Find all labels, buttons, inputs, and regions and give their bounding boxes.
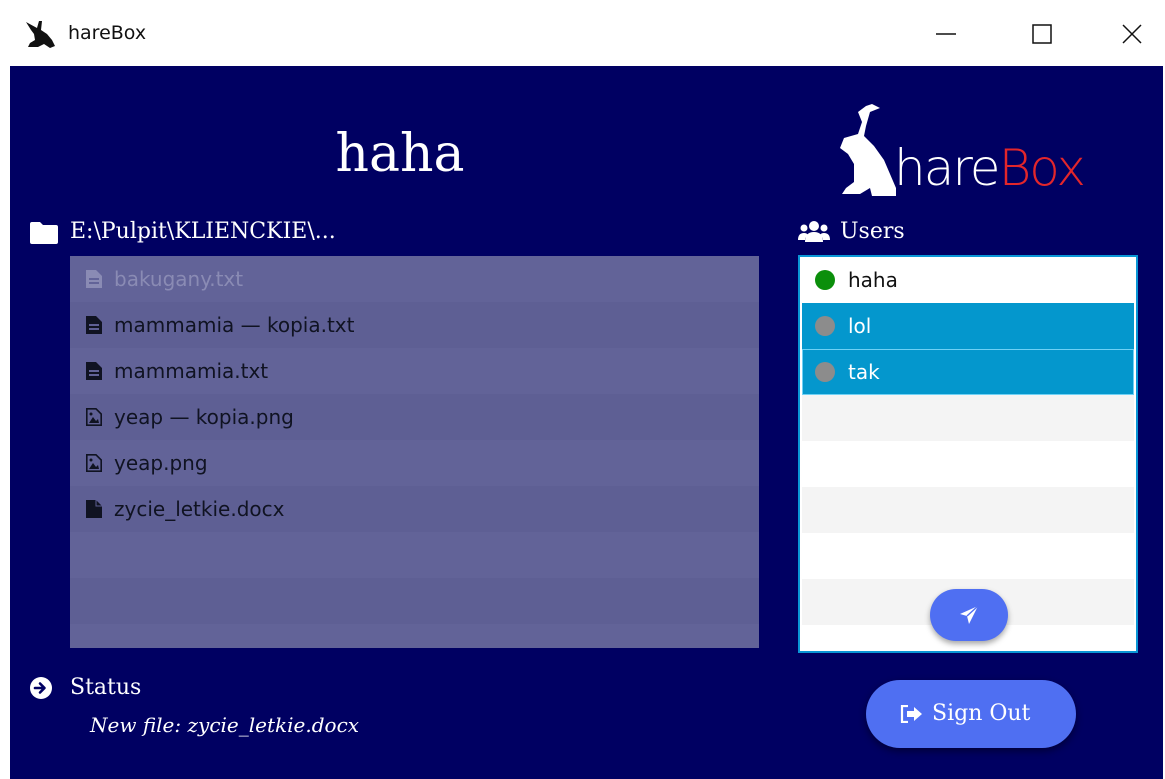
- file-item[interactable]: bakugany.txt: [70, 256, 759, 302]
- file-name: yeap — kopia.png: [114, 405, 294, 429]
- main-panel: haha hareBox E:\Pulpit\KLIENCKIE\... bak…: [10, 66, 1163, 779]
- users-empty-row: [802, 533, 1134, 579]
- file-item[interactable]: mammamia — kopia.txt: [70, 302, 759, 348]
- arrow-circle-right-icon: [30, 677, 52, 699]
- window-title: hareBox: [68, 22, 147, 44]
- file-name: bakugany.txt: [114, 267, 244, 291]
- users-empty-row: [802, 441, 1134, 487]
- paper-plane-icon: [960, 605, 979, 624]
- folder-icon: [30, 222, 58, 244]
- status-label: Status: [70, 675, 142, 700]
- user-name: haha: [848, 268, 898, 292]
- file-item[interactable]: mammamia.txt: [70, 348, 759, 394]
- offline-status-icon: [815, 316, 835, 336]
- users-empty-row: [802, 395, 1134, 441]
- logo-wordmark: hareBox: [894, 138, 1086, 198]
- send-file-button[interactable]: [930, 589, 1008, 641]
- user-name: tak: [848, 360, 880, 384]
- users-label: Users: [840, 219, 905, 244]
- logo-text-box: Box: [998, 139, 1086, 197]
- folder-path: E:\Pulpit\KLIENCKIE\...: [70, 219, 336, 244]
- minimize-button[interactable]: [922, 12, 970, 56]
- close-button[interactable]: [1108, 12, 1156, 56]
- hare-logo-icon: [840, 104, 896, 196]
- minimize-icon: [936, 33, 956, 35]
- close-icon: [1122, 24, 1142, 44]
- text-file-icon: [86, 362, 102, 380]
- logo-text-hare: hare: [894, 139, 1001, 197]
- image-file-icon: [86, 454, 102, 472]
- users-list[interactable]: haha lol tak: [798, 255, 1138, 653]
- hare-logo-icon: [26, 21, 55, 48]
- file-name: mammamia — kopia.txt: [114, 313, 355, 337]
- user-item-haha[interactable]: haha: [802, 257, 1134, 303]
- status-message: New file: zycie_letkie.docx: [90, 713, 360, 737]
- user-item-tak[interactable]: tak: [802, 349, 1134, 395]
- file-item[interactable]: yeap — kopia.png: [70, 394, 759, 440]
- users-empty-row: [802, 487, 1134, 533]
- maximize-icon: [1032, 24, 1052, 44]
- file-item[interactable]: zycie_letkie.docx: [70, 486, 759, 532]
- user-name: lol: [848, 314, 872, 338]
- file-name: zycie_letkie.docx: [114, 497, 285, 521]
- file-name: yeap.png: [114, 451, 208, 475]
- file-item[interactable]: yeap.png: [70, 440, 759, 486]
- file-name: mammamia.txt: [114, 359, 269, 383]
- file-list-empty-row: [70, 578, 759, 624]
- sign-out-icon: [900, 705, 922, 723]
- file-list-empty-row: [70, 532, 759, 578]
- text-file-icon: [86, 270, 102, 288]
- users-icon: [798, 221, 830, 242]
- file-list[interactable]: bakugany.txt mammamia — kopia.txt mammam…: [70, 256, 759, 648]
- logged-user-name: haha: [335, 124, 465, 184]
- text-file-icon: [86, 316, 102, 334]
- harebox-logo: hareBox: [836, 102, 1106, 198]
- offline-status-icon: [815, 362, 835, 382]
- user-item-lol[interactable]: lol: [802, 303, 1134, 349]
- image-file-icon: [86, 408, 102, 426]
- sign-out-button[interactable]: Sign Out: [866, 680, 1076, 748]
- maximize-button[interactable]: [1018, 12, 1066, 56]
- online-status-icon: [815, 270, 835, 290]
- file-icon: [86, 500, 102, 518]
- sign-out-label: Sign Out: [932, 701, 1031, 726]
- title-bar: hareBox: [0, 0, 1165, 66]
